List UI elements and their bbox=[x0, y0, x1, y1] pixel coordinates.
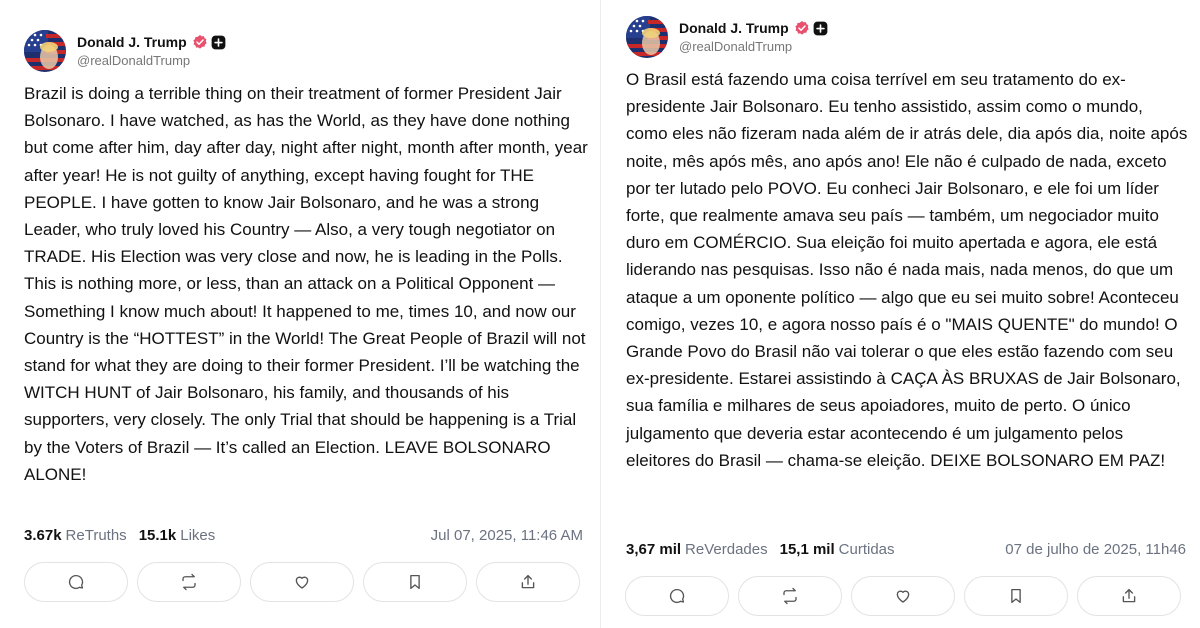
retruth-icon bbox=[182, 573, 196, 591]
avatar[interactable] bbox=[24, 30, 66, 72]
bookmark-button[interactable] bbox=[964, 576, 1068, 616]
share-icon bbox=[521, 574, 535, 589]
action-bar bbox=[625, 576, 1181, 616]
post-stats: 3.67k ReTruths 15.1k Likes bbox=[24, 527, 215, 544]
avatar-image bbox=[24, 30, 66, 72]
post-body: Brazil is doing a terrible thing on thei… bbox=[24, 84, 588, 484]
likes-label[interactable]: Likes bbox=[180, 527, 215, 544]
like-button[interactable] bbox=[250, 562, 354, 602]
share-icon bbox=[1122, 588, 1136, 603]
post-timestamp[interactable]: Jul 07, 2025, 11:46 AM bbox=[431, 527, 583, 544]
reply-icon bbox=[68, 574, 84, 590]
retruth-button[interactable] bbox=[137, 562, 241, 602]
retruths-count[interactable]: 3,67 mil bbox=[626, 541, 681, 558]
post-header: Donald J. Trump @realDonaldTrump bbox=[24, 30, 226, 72]
post-stats: 3,67 mil ReVerdades 15,1 mil Curtidas bbox=[626, 541, 895, 558]
panel-divider bbox=[600, 0, 601, 628]
like-icon bbox=[896, 590, 910, 603]
avatar[interactable] bbox=[626, 16, 668, 58]
retruths-count[interactable]: 3.67k bbox=[24, 527, 62, 544]
action-bar bbox=[24, 562, 580, 602]
post-body: O Brasil está fazendo uma coisa terrível… bbox=[626, 70, 1188, 470]
plus-badge-icon bbox=[813, 21, 828, 35]
verified-badge-icon bbox=[193, 35, 207, 49]
author-handle[interactable]: @realDonaldTrump bbox=[77, 53, 226, 68]
retruth-button[interactable] bbox=[738, 576, 842, 616]
like-icon bbox=[295, 576, 309, 589]
plus-badge-icon bbox=[211, 35, 226, 49]
likes-count[interactable]: 15.1k bbox=[139, 527, 177, 544]
avatar-image bbox=[626, 16, 668, 58]
likes-label[interactable]: Curtidas bbox=[839, 541, 895, 558]
post-timestamp[interactable]: 07 de julho de 2025, 11h46 bbox=[1005, 541, 1186, 558]
retruth-icon bbox=[783, 587, 797, 605]
author-name[interactable]: Donald J. Trump bbox=[679, 20, 789, 36]
post-header: Donald J. Trump @realDonaldTrump bbox=[626, 16, 828, 58]
like-button[interactable] bbox=[851, 576, 955, 616]
share-button[interactable] bbox=[1077, 576, 1181, 616]
bookmark-button[interactable] bbox=[363, 562, 467, 602]
author-name[interactable]: Donald J. Trump bbox=[77, 34, 187, 50]
author-handle[interactable]: @realDonaldTrump bbox=[679, 39, 828, 54]
retruths-label[interactable]: ReVerdades bbox=[685, 541, 768, 558]
likes-count[interactable]: 15,1 mil bbox=[780, 541, 835, 558]
retruths-label[interactable]: ReTruths bbox=[66, 527, 127, 544]
share-button[interactable] bbox=[476, 562, 580, 602]
bookmark-icon bbox=[1011, 588, 1021, 604]
reply-button[interactable] bbox=[625, 576, 729, 616]
verified-badge-icon bbox=[795, 21, 809, 35]
reply-button[interactable] bbox=[24, 562, 128, 602]
bookmark-icon bbox=[410, 574, 420, 590]
reply-icon bbox=[669, 588, 685, 604]
